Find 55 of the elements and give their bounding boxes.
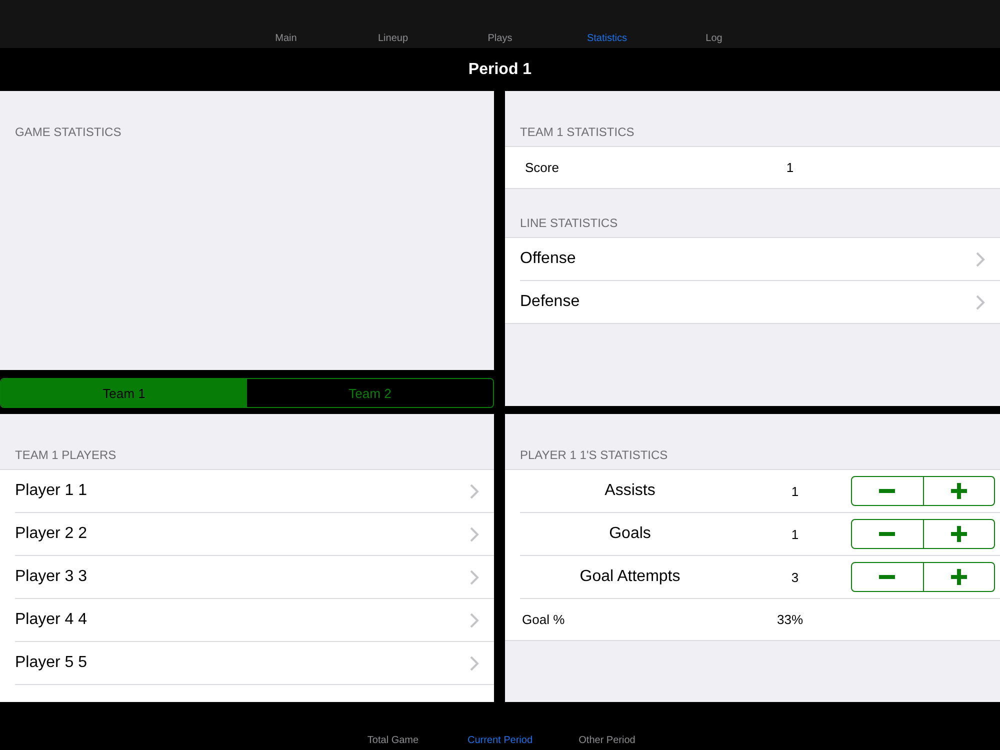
stat-label: Goal % bbox=[522, 612, 566, 627]
stepper-control[interactable] bbox=[851, 519, 995, 549]
stat-value: 1 bbox=[790, 484, 800, 498]
minus-icon bbox=[879, 575, 896, 579]
player-row[interactable]: Player 4 4 bbox=[15, 599, 494, 642]
line-name: Defense bbox=[520, 293, 580, 311]
stat-label: Score bbox=[525, 160, 560, 175]
line-row[interactable]: Offense bbox=[520, 238, 1000, 281]
chevron-icon bbox=[470, 526, 479, 542]
tab[interactable]: Main bbox=[232, 33, 340, 48]
tab[interactable]: Log bbox=[660, 33, 768, 48]
player-row[interactable]: Player 5 5 bbox=[15, 642, 494, 685]
chevron-icon bbox=[470, 570, 479, 584]
section-header: LINE STATISTICS bbox=[519, 215, 619, 232]
minus-icon bbox=[879, 489, 896, 493]
stat-label: Goals bbox=[608, 525, 652, 543]
player-name: Player 1 1 bbox=[15, 482, 88, 500]
chevron-icon bbox=[976, 252, 985, 266]
chevron-icon bbox=[976, 294, 985, 310]
chevron-icon bbox=[470, 612, 479, 628]
tab[interactable]: Plays bbox=[446, 33, 554, 48]
stat-value: 1 bbox=[790, 526, 800, 542]
plus-icon bbox=[950, 526, 967, 542]
tab[interactable]: Total Game bbox=[340, 735, 446, 750]
tab[interactable]: Other Period bbox=[554, 735, 660, 750]
player-row[interactable]: Player 1 1 bbox=[15, 470, 494, 513]
stat-value: 33% bbox=[776, 612, 804, 627]
section-header: TEAM 1 PLAYERS bbox=[14, 447, 118, 464]
period-title: Period 1 bbox=[468, 60, 532, 78]
tab[interactable]: Current Period bbox=[446, 735, 554, 750]
section-header: PLAYER 1 1'S STATISTICS bbox=[519, 447, 669, 464]
player-row[interactable]: Player 2 2 bbox=[15, 513, 494, 556]
team-segment[interactable]: Team 1 bbox=[1, 379, 247, 407]
tab[interactable]: Lineup bbox=[340, 33, 446, 48]
stepper-control[interactable] bbox=[851, 562, 995, 592]
player-name: Player 3 3 bbox=[15, 568, 88, 586]
tab[interactable]: Statistics bbox=[554, 33, 660, 48]
stat-value: 1 bbox=[785, 160, 795, 175]
chevron-icon bbox=[470, 484, 479, 498]
stat-label: Goal Attempts bbox=[578, 568, 682, 586]
plus-icon bbox=[950, 483, 967, 499]
line-name: Offense bbox=[520, 250, 576, 268]
stat-label: Assists bbox=[604, 482, 656, 500]
stat-value: 3 bbox=[790, 570, 800, 584]
section-header: TEAM 1 STATISTICS bbox=[519, 124, 636, 141]
chevron-icon bbox=[470, 656, 479, 670]
player-name: Player 2 2 bbox=[15, 525, 88, 543]
player-name: Player 4 4 bbox=[15, 611, 88, 629]
plus-icon bbox=[950, 569, 967, 585]
minus-icon bbox=[879, 532, 896, 536]
player-row[interactable]: Player 3 3 bbox=[15, 556, 494, 599]
line-row[interactable]: Defense bbox=[520, 281, 1000, 323]
stepper-control[interactable] bbox=[851, 476, 995, 506]
section-header: GAME STATISTICS bbox=[14, 124, 122, 141]
player-name: Player 5 5 bbox=[15, 654, 88, 672]
